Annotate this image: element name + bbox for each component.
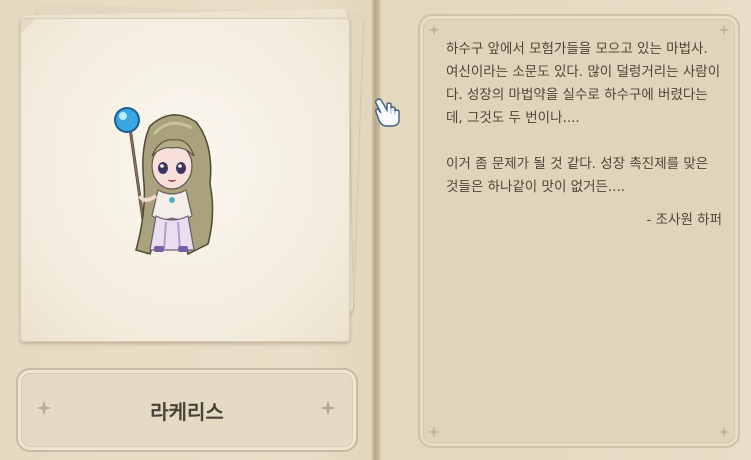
npc-name: 라케리스 xyxy=(150,400,224,424)
sparkle-icon xyxy=(320,400,336,416)
npc-nameplate: 라케리스 xyxy=(16,368,358,452)
book-spine xyxy=(372,0,380,460)
right-page: 하수구 앞에서 모험가들을 모으고 있는 마법사. 여신이라는 소문도 있다. … xyxy=(380,0,751,460)
description-paragraph-2: 이거 좀 문제가 될 것 같다. 성장 촉진제를 맞은 것들은 하나같이 맛이 … xyxy=(446,156,709,195)
description-panel: 하수구 앞에서 모험가들을 모으고 있는 마법사. 여신이라는 소문도 있다. … xyxy=(418,14,740,448)
sparkle-icon xyxy=(718,426,730,438)
description-paragraph-1: 하수구 앞에서 모험가들을 모으고 있는 마법사. 여신이라는 소문도 있다. … xyxy=(446,41,721,126)
hand-cursor-icon xyxy=(374,98,400,127)
sparkle-icon xyxy=(428,24,440,36)
description-text: 하수구 앞에서 모험가들을 모으고 있는 마법사. 여신이라는 소문도 있다. … xyxy=(446,38,722,232)
left-page: 라케리스 xyxy=(0,0,372,460)
sparkle-icon xyxy=(428,426,440,438)
description-signature: - 조사원 하퍼 xyxy=(646,212,722,228)
collection-book: 라케리스 하수구 앞에서 모험가들을 모으고 있는 마법사. 여신이라는 소문도… xyxy=(0,0,751,460)
sparkle-icon xyxy=(718,24,730,36)
sorceress-npc-portrait xyxy=(114,107,214,256)
